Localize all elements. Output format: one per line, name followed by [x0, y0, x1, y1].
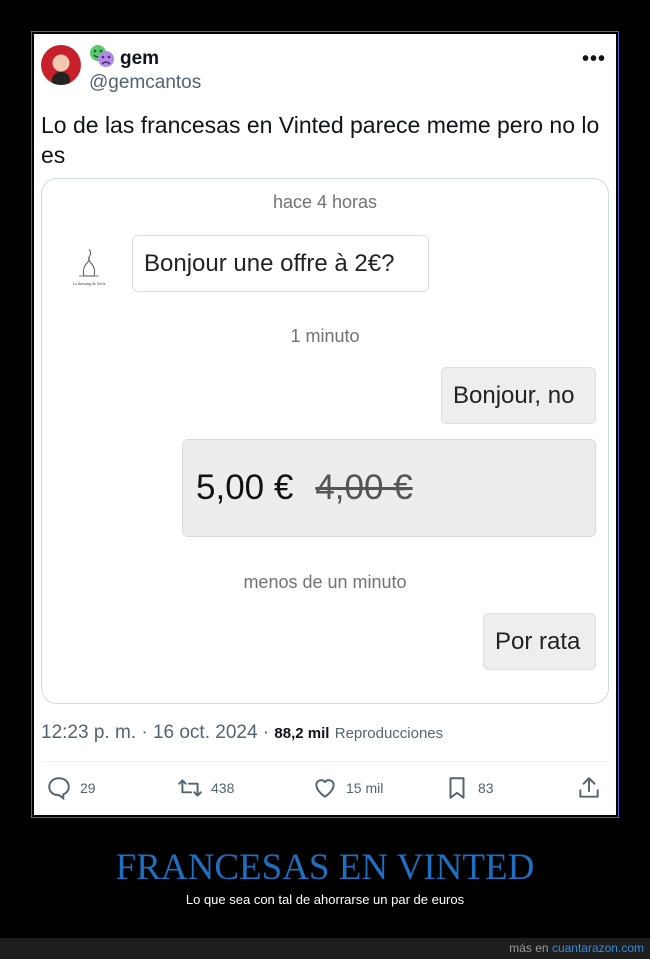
avatar[interactable] [41, 45, 81, 85]
reply-count: 29 [80, 780, 96, 796]
footer-prefix: más en [509, 941, 549, 955]
theater-masks-icon [90, 45, 114, 67]
bookmark-count: 83 [478, 780, 494, 796]
chat-timestamp: menos de un minuto [243, 572, 407, 592]
share-icon [579, 777, 599, 798]
meme-title: FRANCESAS EN VINTED [115, 847, 535, 888]
tweet-time[interactable]: 12:23 p. m. · 16 oct. 2024 · [41, 722, 269, 743]
divider [41, 761, 609, 762]
retweet-count: 438 [211, 780, 235, 796]
reply-icon [48, 777, 70, 801]
bookmark-button[interactable]: 83 [444, 770, 494, 806]
display-name[interactable]: gem [120, 48, 159, 70]
tweet-text: Lo de las francesas en Vinted parece mem… [41, 112, 600, 168]
shop-logo-text: La dressing de Sofia [73, 281, 106, 286]
meme-subtitle: Lo que sea con tal de ahorrarse un par d… [185, 892, 465, 907]
message-bubble-outgoing: Bonjour, no [441, 367, 596, 424]
more-options-icon[interactable]: ••• [582, 48, 606, 71]
like-count: 15 mil [346, 780, 384, 796]
tweet-meta: 12:23 p. m. · 16 oct. 2024 · 88,2 mil Re… [41, 722, 443, 744]
message-bubble-incoming: Bonjour une offre à 2€? [132, 235, 429, 292]
original-price: 4,00 € [315, 468, 413, 507]
heart-icon [315, 779, 335, 798]
footer-bar: más en cuantarazon.com [0, 938, 650, 959]
like-button[interactable]: 15 mil [312, 770, 383, 806]
user-handle[interactable]: @gemcantos [89, 72, 201, 94]
offer-card[interactable]: 5,00 € 4,00 € [182, 439, 596, 537]
action-bar: 29 438 15 mil 83 [34, 770, 616, 806]
views-label: Reproducciones [334, 725, 444, 742]
chat-timestamp: 1 minuto [290, 326, 360, 346]
retweet-button[interactable]: 438 [177, 770, 234, 806]
views-count: 88,2 mil [274, 725, 330, 742]
tweet-card: gem @gemcantos ••• Lo de las francesas e… [34, 34, 616, 815]
reply-button[interactable]: 29 [46, 770, 96, 806]
attached-image-chat[interactable]: hace 4 horas La dressing de Sofia Bonjou… [41, 178, 609, 704]
message-bubble-outgoing: Por rata [483, 613, 596, 670]
footer-text: más en cuantarazon.com [509, 941, 644, 955]
offer-price: 5,00 € [196, 468, 294, 507]
retweet-icon [178, 779, 202, 797]
bookmark-icon [449, 777, 465, 799]
shop-logo-icon: La dressing de Sofia [73, 248, 106, 286]
share-button[interactable] [576, 770, 610, 806]
chat-timestamp: hace 4 horas [272, 192, 378, 212]
footer-site-link[interactable]: cuantarazon.com [552, 941, 644, 955]
